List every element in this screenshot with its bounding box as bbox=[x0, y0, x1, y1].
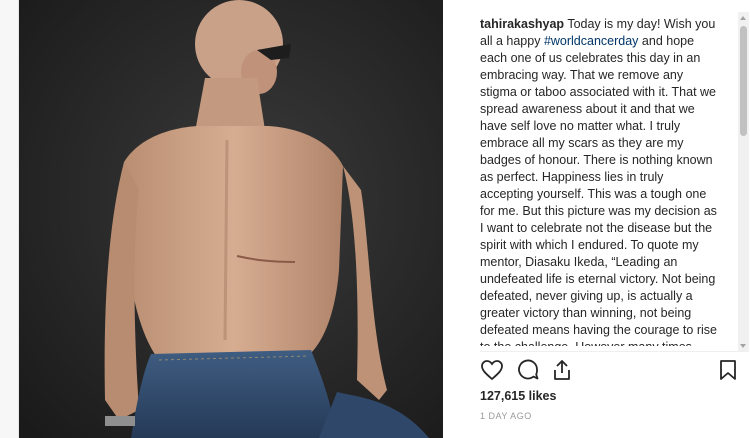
caption: tahirakashyap Today is my day! Wish you … bbox=[480, 16, 720, 346]
bookmark-icon[interactable] bbox=[716, 358, 742, 384]
post-sidebar: tahirakashyap Today is my day! Wish you … bbox=[460, 0, 750, 438]
username-link[interactable]: tahirakashyap bbox=[480, 17, 564, 31]
comment-icon[interactable] bbox=[516, 358, 542, 384]
post-photo[interactable] bbox=[19, 0, 443, 438]
caption-text-rest: and hope each one of us celebrates this … bbox=[480, 34, 717, 346]
like-count[interactable]: 127,615 likes bbox=[480, 389, 556, 403]
action-bar bbox=[480, 358, 750, 384]
instagram-post: tahirakashyap Today is my day! Wish you … bbox=[18, 0, 750, 438]
caption-scrollbar[interactable] bbox=[738, 12, 749, 352]
scrollbar-thumb[interactable] bbox=[740, 26, 747, 136]
share-icon[interactable] bbox=[550, 358, 576, 384]
post-timestamp[interactable]: 1 DAY AGO bbox=[480, 411, 532, 421]
scroll-up-arrow-icon[interactable] bbox=[740, 16, 746, 20]
heart-icon[interactable] bbox=[480, 358, 506, 384]
scroll-down-arrow-icon[interactable] bbox=[740, 344, 746, 348]
hashtag-link[interactable]: #worldcancerday bbox=[544, 34, 639, 48]
divider bbox=[480, 351, 748, 352]
